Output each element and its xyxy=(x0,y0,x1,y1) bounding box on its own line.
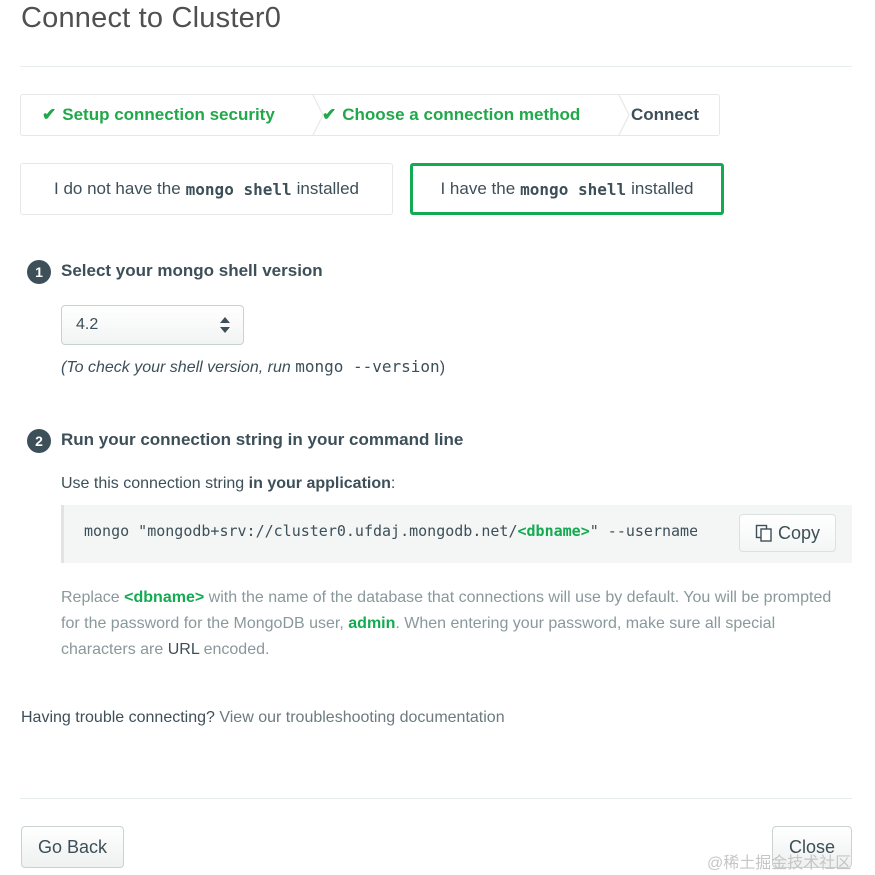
use-text-bold: in your application xyxy=(248,475,391,492)
check-icon: ✔ xyxy=(322,105,337,124)
watermark: @稀土掘金技术社区 xyxy=(707,855,852,872)
copy-button[interactable]: Copy xyxy=(739,514,836,552)
note-text: Replace xyxy=(61,589,120,606)
check-icon: ✔ xyxy=(42,105,57,124)
step-number-badge: 1 xyxy=(27,260,51,284)
go-back-button[interactable]: Go Back xyxy=(21,826,124,868)
conn-dbname: <dbname> xyxy=(517,522,590,540)
option-text: I have the xyxy=(440,179,516,198)
use-text: Use this connection string xyxy=(61,475,245,492)
option-code: mongo shell xyxy=(185,179,292,199)
note-url: URL xyxy=(167,641,200,658)
hint-code: mongo --version xyxy=(295,357,440,376)
divider xyxy=(20,66,852,67)
use-connection-text: Use this connection string in your appli… xyxy=(61,475,395,493)
option-code: mongo shell xyxy=(520,179,627,199)
conn-text: " --username xyxy=(589,522,697,540)
step-setup-security[interactable]: ✔ Setup connection security xyxy=(42,95,275,135)
troubleshooting-link[interactable]: View our troubleshooting documentation xyxy=(219,709,504,726)
step-number-badge: 2 xyxy=(27,429,51,453)
go-back-label: Go Back xyxy=(37,836,108,857)
step2-heading: Run your connection string in your comma… xyxy=(61,430,464,449)
replace-note: Replace <dbname> with the name of the da… xyxy=(61,585,851,663)
steps-breadcrumb: ✔ Setup connection security ✔ Choose a con… xyxy=(20,94,720,136)
have-shell-option-button[interactable]: I have the mongo shell installed xyxy=(410,163,724,215)
version-select[interactable]: 4.2 xyxy=(61,305,244,345)
step1-heading: Select your mongo shell version xyxy=(61,261,323,280)
step-label: Setup connection security xyxy=(62,105,275,124)
note-dbname: <dbname> xyxy=(124,589,205,606)
no-shell-option-button[interactable]: I do not have the mongo shell installed xyxy=(20,163,393,215)
copy-icon xyxy=(755,524,772,542)
divider xyxy=(20,798,852,799)
hint-text: (To check your shell version, run xyxy=(61,359,291,376)
trouble-text: Having trouble connecting? View our trou… xyxy=(21,709,505,727)
hint-text: ) xyxy=(439,359,446,376)
chevron-right-icon xyxy=(618,95,630,135)
note-username: admin xyxy=(348,615,396,632)
note-text: encoded. xyxy=(203,641,270,658)
step-connect[interactable]: Connect xyxy=(631,95,699,135)
copy-label: Copy xyxy=(777,522,821,543)
step-label: Connect xyxy=(631,105,699,124)
updown-arrows-icon xyxy=(220,317,230,333)
connection-string[interactable]: mongo "mongodb+srv://cluster0.ufdaj.mong… xyxy=(84,522,697,540)
version-hint: (To check your shell version, run mongo … xyxy=(61,357,445,377)
use-text: : xyxy=(390,475,396,492)
step-label: Choose a connection method xyxy=(342,105,581,124)
step-choose-method[interactable]: ✔ Choose a connection method xyxy=(322,95,580,135)
option-text: installed xyxy=(296,179,359,198)
modal-title: Connect to Cluster0 xyxy=(21,2,282,34)
option-text: installed xyxy=(631,179,694,198)
trouble-label: Having trouble connecting? xyxy=(21,709,215,726)
version-value: 4.2 xyxy=(76,316,99,333)
conn-text: mongo "mongodb+srv://cluster0.ufdaj.mong… xyxy=(84,522,518,540)
option-text: I do not have the xyxy=(54,179,181,198)
